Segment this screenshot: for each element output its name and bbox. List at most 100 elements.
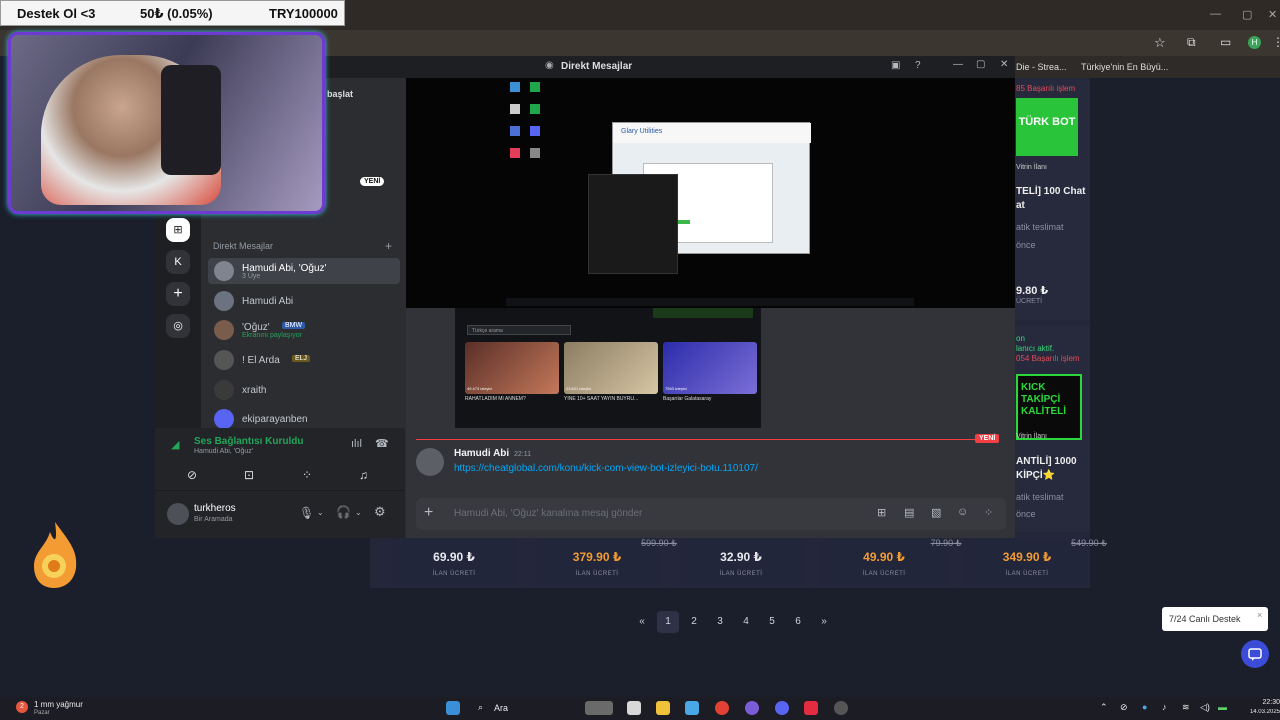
tray-icon[interactable]: ⊘ (1120, 702, 1128, 713)
minimize-icon[interactable]: — (953, 59, 963, 70)
address-bar[interactable] (325, 30, 1280, 56)
dm-item[interactable]: ekiparayanben (208, 406, 400, 429)
bookmark-item[interactable]: Die - Strea... (1016, 62, 1067, 72)
profile-avatar[interactable]: H (1248, 36, 1261, 49)
voice-status[interactable]: Ses Bağlantısı Kuruldu (194, 436, 303, 447)
bottom-price-card[interactable]: 32.90 ₺ İLAN ÜCRETİ (679, 538, 803, 586)
maximize-icon[interactable]: ▢ (1242, 8, 1252, 21)
task-view-icon[interactable] (627, 701, 641, 715)
dm-item[interactable]: 'Oğuz' BMW Ekranını paylaşıyor (208, 317, 400, 343)
message-input[interactable]: + Hamudi Abi, 'Oğuz' kanalına mesaj gönd… (416, 498, 1006, 530)
dm-item[interactable]: Hamudi Abi, 'Oğuz' 3 Üye (208, 258, 400, 284)
settings-gear-icon[interactable]: ⚙ (374, 504, 386, 520)
add-attachment-icon[interactable]: + (424, 504, 433, 522)
disconnect-icon[interactable]: ☎ (375, 437, 389, 450)
card-price: 349.90 ₺ (1002, 550, 1052, 564)
search-icon[interactable]: ⌕ (478, 702, 483, 713)
voice-channel[interactable]: Hamudi Abi, 'Oğuz' (194, 448, 253, 455)
gif-icon[interactable]: ▤ (904, 506, 914, 519)
page-prev[interactable]: « (631, 611, 653, 633)
activities-icon[interactable]: ⁘ (302, 468, 312, 482)
close-icon[interactable]: × (1257, 610, 1262, 620)
chrome-icon[interactable] (715, 701, 729, 715)
widgets-icon[interactable] (585, 701, 613, 715)
chat-bubble-icon[interactable] (1241, 640, 1269, 668)
avatar[interactable] (167, 503, 189, 525)
chevron-up-icon[interactable]: ⌃ (1100, 702, 1108, 713)
volume-icon[interactable]: ◁) (1200, 702, 1210, 713)
discord-icon[interactable] (775, 701, 789, 715)
bottom-price-card[interactable]: 79.90 ₺ 49.90 ₺ İLAN ÜCRETİ (822, 538, 961, 586)
message-link[interactable]: https://cheatglobal.com/konu/kick-com-vi… (454, 463, 758, 474)
explore-icon[interactable]: ◎ (166, 314, 190, 338)
opera-icon[interactable] (804, 701, 818, 715)
chevron-down-icon[interactable]: ⌄ (317, 508, 324, 517)
clock-time[interactable]: 22:30 (1248, 699, 1280, 706)
wifi-icon[interactable]: ≋ (1182, 702, 1190, 713)
bottom-price-card[interactable]: 549.90 ₺ 349.90 ₺ İLAN ÜCRETİ (965, 538, 1107, 586)
extensions-icon[interactable]: ⧉ (1187, 35, 1196, 50)
live-support-widget[interactable]: 7/24 Canlı Destek × (1162, 607, 1268, 631)
menu-icon[interactable]: ⋮ (1272, 35, 1280, 49)
card-title[interactable]: TELİ] 100 Chat (1016, 186, 1085, 197)
product-card[interactable]: on lanıcı aktif. 054 Başarılı işlem KICK… (1010, 326, 1090, 532)
bookmark-item[interactable]: Türkiye'nin En Büyü... (1081, 62, 1168, 72)
mic-icon[interactable]: 🎙 (299, 506, 314, 520)
inbox-icon[interactable]: ▣ (891, 60, 900, 71)
page-4[interactable]: 4 (735, 611, 757, 633)
chevron-down-icon[interactable]: ⌄ (355, 508, 362, 517)
apps-icon[interactable]: ⁘ (984, 506, 993, 519)
taskbar-search[interactable]: Ara (494, 703, 508, 713)
sticker-icon[interactable]: ▧ (931, 506, 941, 519)
weather-label[interactable]: 1 mm yağmur (34, 700, 83, 709)
user-name[interactable]: turkheros (194, 503, 236, 514)
card-title[interactable]: ANTİLİ] 1000 (1016, 456, 1077, 467)
create-dm-icon[interactable]: + (385, 239, 392, 253)
minimize-icon[interactable]: — (1210, 8, 1221, 20)
gaming-chair (161, 65, 221, 175)
clock-date[interactable]: 14.03.2025 (1240, 709, 1280, 715)
mic-icon[interactable]: ♪ (1162, 702, 1167, 712)
discover-icon[interactable]: ⊞ (166, 218, 190, 242)
page-3[interactable]: 3 (709, 611, 731, 633)
product-card[interactable]: 85 Başarılı işlem TÜRK BOT Vitrin İlanı … (1010, 80, 1090, 320)
screen-share-icon[interactable]: ⊡ (244, 468, 254, 482)
sidebar-icon[interactable]: ▭ (1220, 35, 1231, 49)
star-icon[interactable]: ☆ (1154, 35, 1166, 51)
dm-item[interactable]: ! El Arda ELJ (208, 347, 400, 373)
dm-item[interactable]: Hamudi Abi (208, 288, 400, 314)
emoji-icon[interactable]: ☺ (957, 506, 968, 518)
noise-suppression-icon[interactable]: ılıl (351, 438, 362, 450)
page-1[interactable]: 1 (657, 611, 679, 633)
maximize-icon[interactable]: ▢ (976, 59, 985, 70)
avatar[interactable] (416, 448, 444, 476)
headphones-icon[interactable]: 🎧 (336, 505, 351, 519)
page-6[interactable]: 6 (787, 611, 809, 633)
page-next[interactable]: » (813, 611, 835, 633)
dm-item[interactable]: xraith (208, 377, 400, 403)
camera-off-icon[interactable]: ⊘ (187, 468, 197, 482)
close-icon[interactable]: ✕ (1000, 59, 1008, 70)
close-icon[interactable]: ✕ (1268, 8, 1277, 21)
tray-icon[interactable]: ● (1142, 702, 1147, 712)
server-k[interactable]: K (166, 250, 190, 274)
messenger-icon[interactable] (745, 701, 759, 715)
store-icon[interactable] (685, 701, 699, 715)
page-5[interactable]: 5 (761, 611, 783, 633)
gift-icon[interactable]: ⊞ (877, 506, 886, 519)
desktop-icons (510, 82, 544, 164)
start-icon[interactable] (446, 701, 460, 715)
app-icon[interactable] (834, 701, 848, 715)
soundboard-icon[interactable]: ♫ (359, 468, 368, 482)
add-server-icon[interactable]: + (166, 282, 190, 306)
file-explorer-icon[interactable] (656, 701, 670, 715)
old-price: 549.90 ₺ (1071, 538, 1107, 548)
start-label[interactable]: başlat (327, 89, 353, 99)
bottom-price-card[interactable]: 69.90 ₺ İLAN ÜCRETİ (392, 538, 516, 586)
bottom-price-card[interactable]: 599.90 ₺ 379.90 ₺ İLAN ÜCRETİ (535, 538, 677, 586)
message-author[interactable]: Hamudi Abi (454, 448, 509, 459)
sales-count: 054 Başarılı işlem (1016, 354, 1080, 363)
help-icon[interactable]: ? (915, 60, 921, 71)
tray-icon[interactable]: ▬ (1218, 702, 1227, 712)
page-2[interactable]: 2 (683, 611, 705, 633)
